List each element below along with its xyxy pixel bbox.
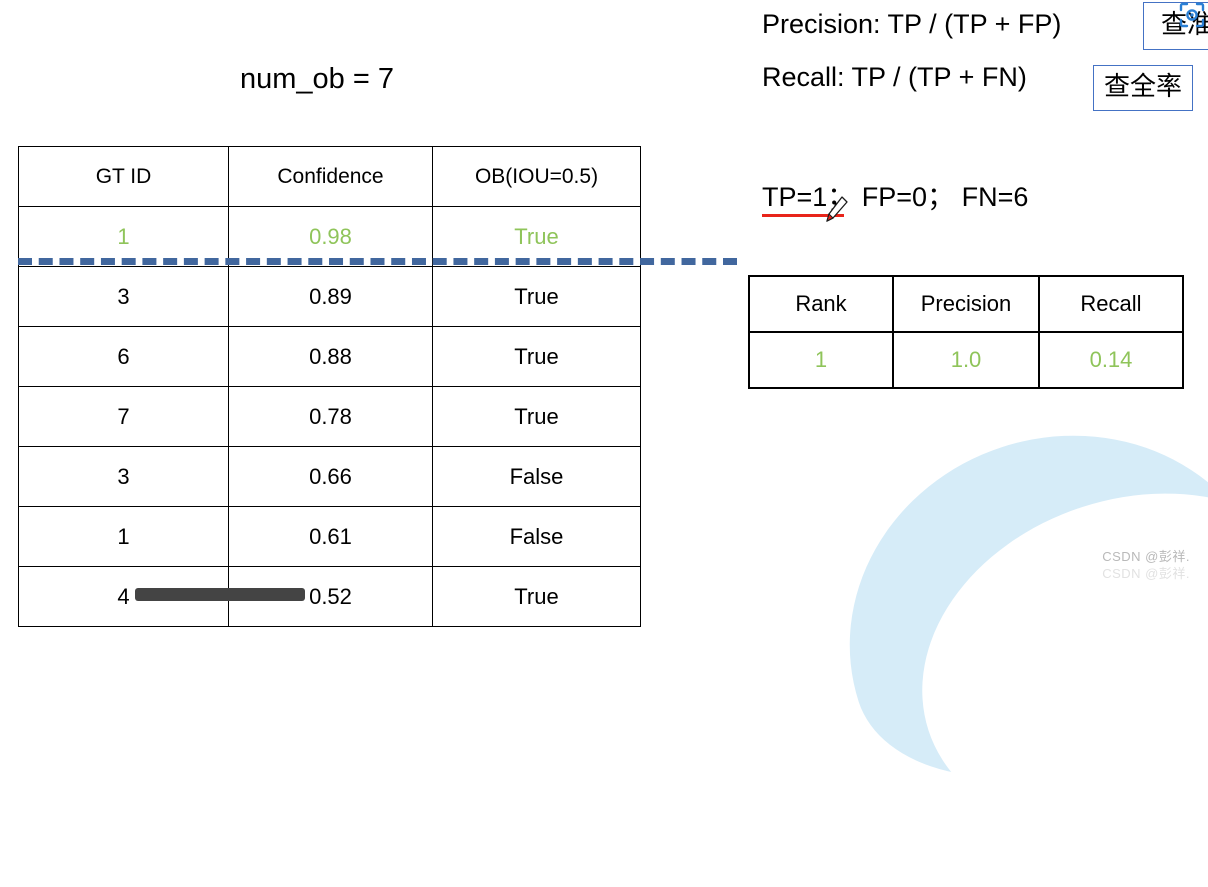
table-header-row: GT ID Confidence OB(IOU=0.5) xyxy=(18,146,641,207)
table-row: 7 0.78 True xyxy=(18,386,641,447)
cell-gt-id: 7 xyxy=(18,386,229,447)
detections-table: GT ID Confidence OB(IOU=0.5) 1 0.98 True… xyxy=(18,146,641,627)
cell-gt-id: 1 xyxy=(18,206,229,267)
column-header-rank: Rank xyxy=(748,275,894,333)
corner-decoration-mask xyxy=(877,440,1208,887)
cell-confidence: 0.98 xyxy=(228,206,433,267)
corner-decoration-shape xyxy=(797,380,1208,828)
cell-confidence: 0.61 xyxy=(228,506,433,567)
cell-confidence: 0.66 xyxy=(228,446,433,507)
column-header-ob: OB(IOU=0.5) xyxy=(432,146,641,207)
cell-ob: True xyxy=(432,566,641,627)
cell-ob: True xyxy=(432,266,641,327)
column-header-precision: Precision xyxy=(892,275,1040,333)
cell-gt-id: 3 xyxy=(18,446,229,507)
column-header-gt-id: GT ID xyxy=(18,146,229,207)
cell-ob: False xyxy=(432,506,641,567)
table-row: 4 0.52 True xyxy=(18,566,641,627)
result-table-row: 1 1.0 0.14 xyxy=(748,331,1184,389)
cell-gt-id: 3 xyxy=(18,266,229,327)
cell-rank: 1 xyxy=(748,331,894,389)
table-row: 1 0.98 True xyxy=(18,206,641,267)
cell-recall: 0.14 xyxy=(1038,331,1184,389)
cell-ob: True xyxy=(432,326,641,387)
table-row: 3 0.89 True xyxy=(18,266,641,327)
cell-confidence: 0.78 xyxy=(228,386,433,447)
recall-formula: Recall: TP / (TP + FN) xyxy=(762,62,1027,92)
table-row: 6 0.88 True xyxy=(18,326,641,387)
tp-red-underline-annotation xyxy=(762,214,844,217)
cell-ob: True xyxy=(432,386,641,447)
num-ob-title: num_ob = 7 xyxy=(240,63,394,95)
table-row: 1 0.61 False xyxy=(18,506,641,567)
tp-fp-fn-counts: TP=1； FP=0； FN=6 xyxy=(762,182,1029,212)
horizontal-scrollbar[interactable] xyxy=(135,588,305,601)
watermark-line-2: CSDN @彭祥. xyxy=(1102,566,1190,582)
column-header-recall: Recall xyxy=(1038,275,1184,333)
cell-confidence: 0.88 xyxy=(228,326,433,387)
watermark: CSDN @彭祥. CSDN @彭祥. xyxy=(1102,548,1190,583)
recall-chinese-label-box: 查全率 xyxy=(1093,65,1193,111)
column-header-confidence: Confidence xyxy=(228,146,433,207)
cell-ob: True xyxy=(432,206,641,267)
cell-gt-id: 6 xyxy=(18,326,229,387)
precision-recall-result-table: Rank Precision Recall 1 1.0 0.14 xyxy=(748,275,1184,389)
cell-gt-id: 1 xyxy=(18,506,229,567)
cell-precision: 1.0 xyxy=(892,331,1040,389)
table-row: 3 0.66 False xyxy=(18,446,641,507)
watermark-line-1: CSDN @彭祥. xyxy=(1102,548,1190,564)
precision-formula: Precision: TP / (TP + FP) xyxy=(762,9,1062,39)
precision-chinese-label-box: 查准率 xyxy=(1143,2,1208,50)
cell-ob: False xyxy=(432,446,641,507)
result-table-header-row: Rank Precision Recall xyxy=(748,275,1184,333)
cell-confidence: 0.89 xyxy=(228,266,433,327)
